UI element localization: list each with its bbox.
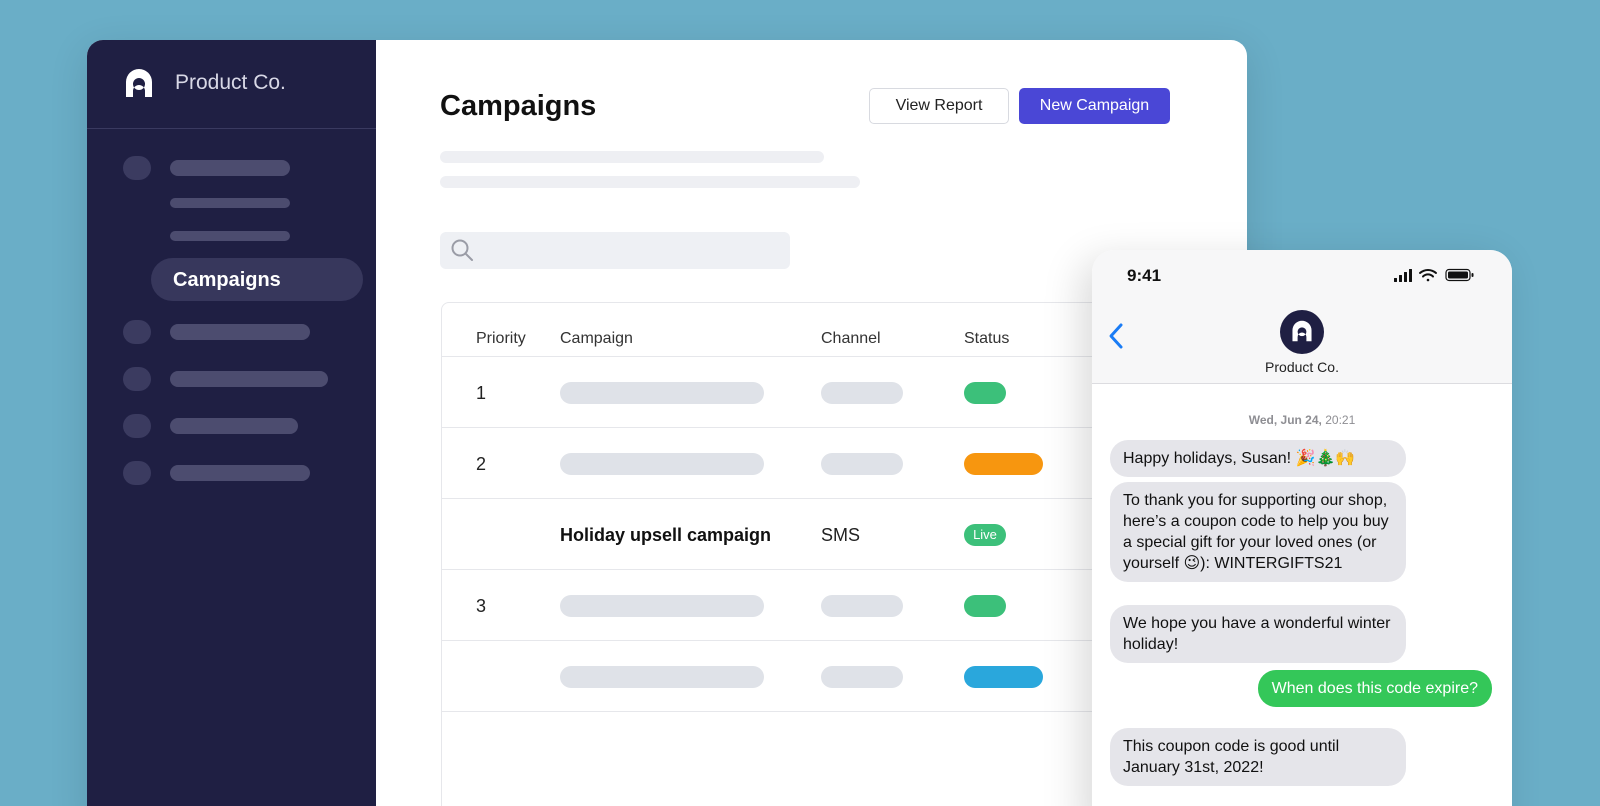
avatar[interactable] xyxy=(1280,310,1324,354)
column-header-channel[interactable]: Channel xyxy=(821,330,881,348)
back-chevron-icon[interactable] xyxy=(1106,322,1126,350)
message-date: Wed, Jun 24, xyxy=(1248,413,1322,427)
status-bar-time: 9:41 xyxy=(1127,266,1162,285)
message-timestamp: Wed, Jun 24, 20:21 xyxy=(1092,413,1512,427)
message-bubble-outgoing[interactable]: When does this code expire? xyxy=(1257,670,1492,707)
nav-item-placeholder[interactable] xyxy=(170,418,298,434)
status-badge xyxy=(964,666,1043,688)
status-badge xyxy=(964,595,1006,617)
nav-item-icon[interactable] xyxy=(123,461,151,485)
status-badge: Live xyxy=(964,524,1006,546)
status-bar-icons xyxy=(1394,268,1474,282)
new-campaign-button[interactable]: New Campaign xyxy=(1019,88,1170,124)
channel-placeholder xyxy=(821,453,903,475)
nav-item-icon[interactable] xyxy=(123,320,151,344)
campaign-placeholder xyxy=(560,595,764,617)
campaign-name[interactable]: Holiday upsell campaign xyxy=(560,525,771,546)
nav-item-placeholder[interactable] xyxy=(170,465,310,481)
nav-item-icon[interactable] xyxy=(123,156,151,180)
contact-name[interactable]: Product Co. xyxy=(1092,359,1512,375)
message-bubble-incoming[interactable]: To thank you for supporting our shop, he… xyxy=(1110,482,1406,582)
column-header-campaign[interactable]: Campaign xyxy=(560,330,633,348)
brand-header: Product Co. xyxy=(87,40,376,129)
status-badge xyxy=(964,453,1043,475)
campaign-placeholder xyxy=(560,453,764,475)
message-time: 20:21 xyxy=(1325,413,1356,427)
message-bubble-incoming[interactable]: We hope you have a wonderful winter holi… xyxy=(1110,605,1406,663)
search-bar[interactable] xyxy=(440,232,790,269)
nav-subitem-placeholder[interactable] xyxy=(170,198,290,208)
sidebar: Product Co. Campaigns xyxy=(87,40,376,806)
priority-cell: 1 xyxy=(476,383,487,403)
page-title: Campaigns xyxy=(440,90,597,122)
column-header-priority[interactable]: Priority xyxy=(476,330,526,348)
priority-cell: 3 xyxy=(476,596,487,616)
search-input[interactable] xyxy=(480,232,780,269)
campaign-placeholder xyxy=(560,666,764,688)
view-report-button[interactable]: View Report xyxy=(869,88,1009,124)
description-placeholder xyxy=(440,176,860,188)
sidebar-item-label: Campaigns xyxy=(173,269,281,291)
brand-name: Product Co. xyxy=(175,71,286,94)
nav-item-icon[interactable] xyxy=(123,414,151,438)
search-icon xyxy=(451,239,473,261)
phone-header: 9:41 Product Co. xyxy=(1092,250,1512,384)
nav-subitem-placeholder[interactable] xyxy=(170,231,290,241)
nav-item-placeholder[interactable] xyxy=(170,324,310,340)
channel-placeholder xyxy=(821,595,903,617)
column-header-status[interactable]: Status xyxy=(964,330,1009,348)
channel-placeholder xyxy=(821,666,903,688)
signal-icon xyxy=(1394,269,1412,282)
battery-icon xyxy=(1445,268,1474,282)
priority-cell: 2 xyxy=(476,454,487,474)
nav-item-placeholder[interactable] xyxy=(170,371,328,387)
message-bubble-incoming[interactable]: Happy holidays, Susan! 🎉🎄🙌 xyxy=(1110,440,1406,477)
status-badge xyxy=(964,382,1006,404)
brand-logo-icon xyxy=(126,69,152,97)
description-placeholder xyxy=(440,151,824,163)
brand-logo-icon xyxy=(1292,320,1312,342)
channel-cell: SMS xyxy=(821,525,861,545)
channel-placeholder xyxy=(821,382,903,404)
sidebar-item-campaigns[interactable]: Campaigns xyxy=(151,258,363,301)
wifi-icon xyxy=(1419,269,1437,282)
message-bubble-incoming[interactable]: This coupon code is good until January 3… xyxy=(1110,728,1406,786)
nav-item-placeholder[interactable] xyxy=(170,160,290,176)
app-window: Product Co. Campaigns Campaigns View Rep… xyxy=(87,40,1247,806)
nav-item-icon[interactable] xyxy=(123,367,151,391)
phone-messages: 9:41 Product Co. Wed, Jun 24, 20:21 Happ… xyxy=(1092,250,1512,806)
campaign-placeholder xyxy=(560,382,764,404)
